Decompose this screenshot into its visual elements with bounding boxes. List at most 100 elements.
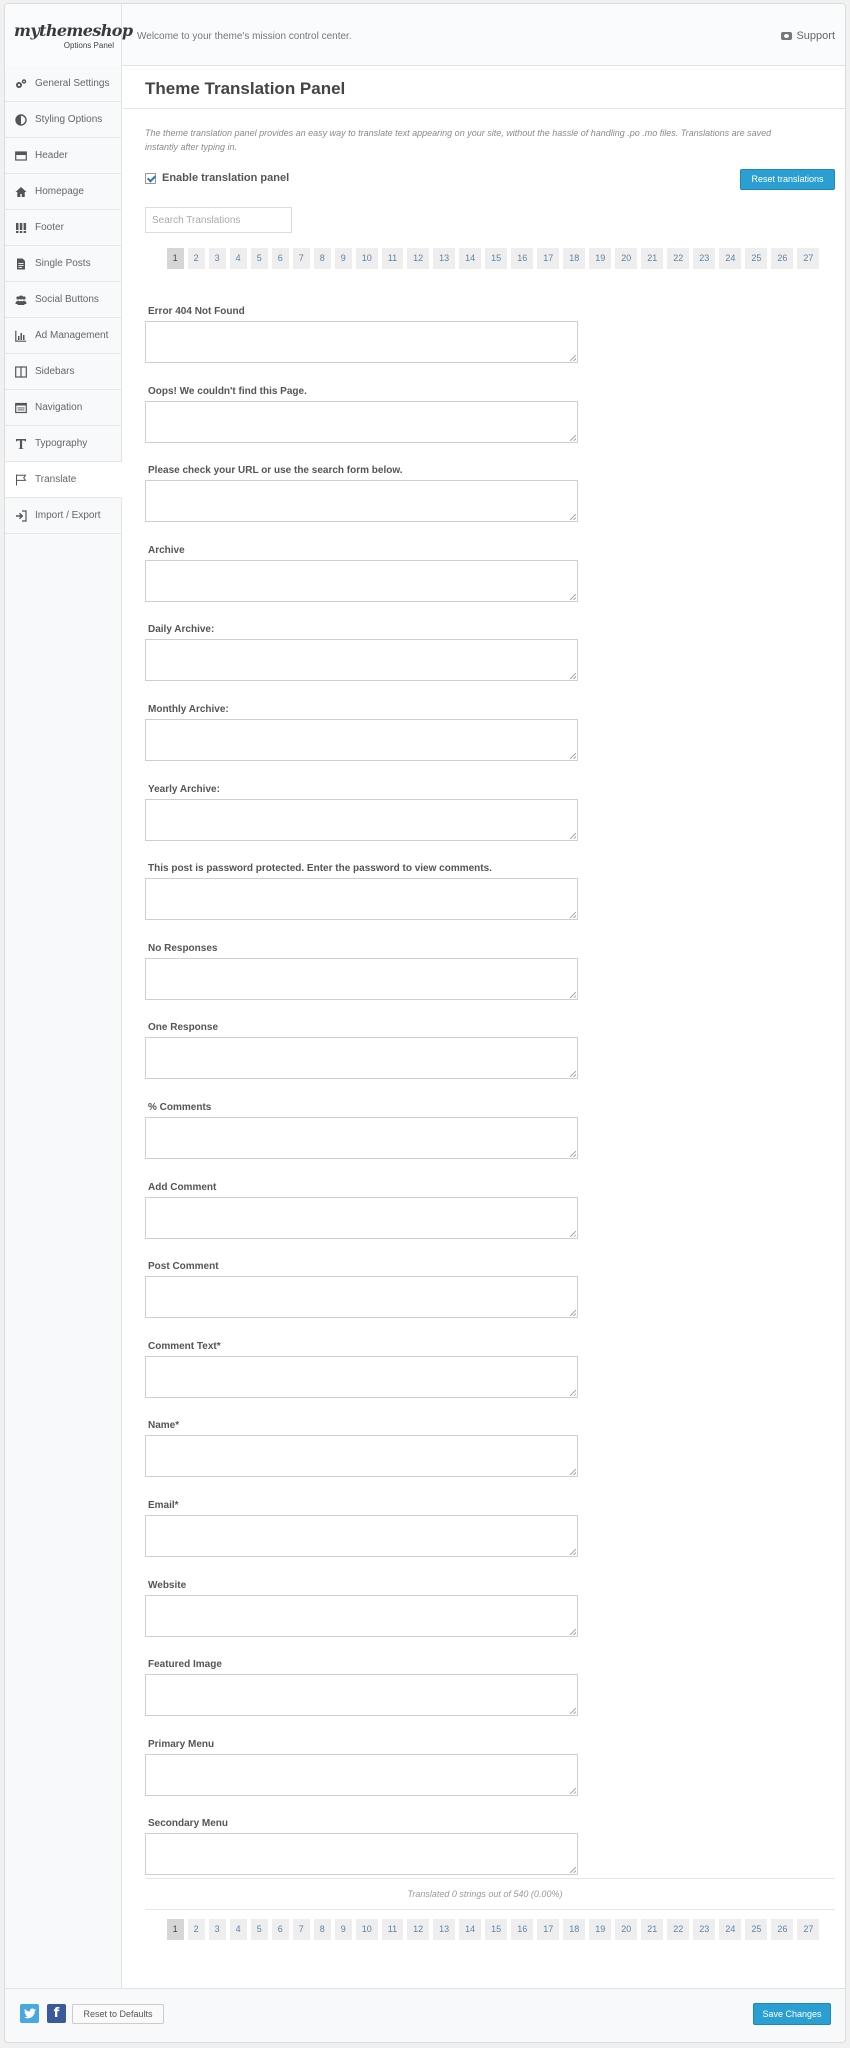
translation-textarea[interactable] (145, 1355, 578, 1398)
page-link[interactable]: 26 (771, 1919, 794, 1940)
sidebar-item-header[interactable]: Header (5, 138, 121, 174)
page-link[interactable]: 10 (355, 248, 378, 269)
page-link[interactable]: 11 (381, 1919, 404, 1940)
resize-grip-icon[interactable] (570, 355, 576, 361)
page-link[interactable]: 4 (229, 1919, 247, 1940)
page-link[interactable]: 5 (250, 1919, 268, 1940)
page-link[interactable]: 15 (485, 1919, 508, 1940)
translation-textarea[interactable] (145, 798, 578, 841)
twitter-icon[interactable] (20, 2004, 39, 2023)
page-link[interactable]: 15 (485, 248, 508, 269)
resize-grip-icon[interactable] (570, 673, 576, 680)
translation-textarea[interactable] (145, 1276, 578, 1319)
page-link[interactable]: 12 (407, 1919, 430, 1940)
page-link[interactable]: 3 (208, 1919, 226, 1940)
page-link[interactable]: 17 (537, 1919, 560, 1940)
page-link[interactable]: 4 (229, 248, 247, 269)
reset-defaults-button[interactable]: Reset to Defaults (72, 2004, 164, 2024)
page-link[interactable]: 18 (563, 1919, 586, 1940)
translation-textarea[interactable] (145, 957, 578, 1000)
page-link[interactable]: 9 (334, 248, 352, 269)
sidebar-item-ad-management[interactable]: Ad Management (5, 318, 121, 354)
sidebar-item-homepage[interactable]: Homepage (5, 174, 121, 210)
page-link[interactable]: 13 (433, 1919, 456, 1940)
page-link[interactable]: 2 (187, 1919, 205, 1940)
page-link[interactable]: 6 (271, 1919, 289, 1940)
translation-textarea[interactable] (145, 1514, 578, 1557)
sidebar-item-sidebars[interactable]: Sidebars (5, 354, 121, 390)
page-link[interactable]: 22 (667, 1919, 690, 1940)
resize-grip-icon[interactable] (570, 752, 576, 759)
page-link[interactable]: 21 (641, 248, 664, 269)
resize-grip-icon[interactable] (570, 832, 576, 839)
translation-textarea[interactable] (145, 878, 578, 921)
translation-textarea[interactable] (145, 1674, 578, 1717)
translation-textarea[interactable] (145, 1116, 578, 1159)
translation-textarea[interactable] (145, 1196, 578, 1239)
page-link[interactable]: 1 (166, 248, 184, 269)
resize-grip-icon[interactable] (570, 1469, 576, 1476)
page-link[interactable]: 20 (615, 1919, 638, 1940)
page-link[interactable]: 27 (797, 1919, 820, 1940)
page-link[interactable]: 8 (313, 248, 331, 269)
reset-translations-button[interactable]: Reset translations (740, 169, 835, 190)
sidebar-item-navigation[interactable]: Navigation (5, 390, 121, 426)
page-link[interactable]: 14 (459, 1919, 482, 1940)
page-link[interactable]: 3 (208, 248, 226, 269)
resize-grip-icon[interactable] (570, 593, 576, 600)
page-link[interactable]: 5 (250, 248, 268, 269)
sidebar-item-footer[interactable]: Footer (5, 210, 121, 246)
sidebar-item-general-settings[interactable]: General Settings (5, 66, 121, 102)
page-link[interactable]: 6 (271, 248, 289, 269)
page-link[interactable]: 19 (589, 248, 612, 269)
page-link[interactable]: 8 (313, 1919, 331, 1940)
resize-grip-icon[interactable] (570, 991, 576, 998)
support-link[interactable]: Support (781, 30, 835, 42)
enable-translation-checkbox[interactable] (145, 172, 156, 184)
page-link[interactable]: 22 (667, 248, 690, 269)
translation-textarea[interactable] (145, 1594, 578, 1637)
translation-textarea[interactable] (145, 1435, 578, 1478)
page-link[interactable]: 20 (615, 248, 638, 269)
page-link[interactable]: 18 (563, 248, 586, 269)
translation-textarea[interactable] (145, 1037, 578, 1080)
page-link[interactable]: 1 (166, 1919, 184, 1940)
sidebar-item-styling-options[interactable]: Styling Options (5, 102, 121, 138)
resize-grip-icon[interactable] (570, 1150, 576, 1157)
resize-grip-icon[interactable] (570, 434, 576, 441)
translation-textarea[interactable] (145, 639, 578, 682)
translation-textarea[interactable] (145, 718, 578, 761)
resize-grip-icon[interactable] (570, 1071, 576, 1078)
sidebar-item-import-export[interactable]: Import / Export (5, 498, 121, 534)
page-link[interactable]: 16 (511, 248, 534, 269)
translation-textarea[interactable] (145, 321, 578, 363)
resize-grip-icon[interactable] (570, 1787, 576, 1794)
page-link[interactable]: 9 (334, 1919, 352, 1940)
resize-grip-icon[interactable] (570, 1628, 576, 1635)
resize-grip-icon[interactable] (570, 514, 576, 521)
page-link[interactable]: 11 (381, 248, 404, 269)
page-link[interactable]: 16 (511, 1919, 534, 1940)
resize-grip-icon[interactable] (570, 1389, 576, 1396)
page-link[interactable]: 17 (537, 248, 560, 269)
sidebar-item-translate[interactable]: Translate (5, 462, 122, 498)
page-link[interactable]: 23 (693, 248, 716, 269)
resize-grip-icon[interactable] (570, 1867, 576, 1874)
page-link[interactable]: 10 (355, 1919, 378, 1940)
resize-grip-icon[interactable] (570, 1708, 576, 1715)
page-link[interactable]: 2 (187, 248, 205, 269)
translation-textarea[interactable] (145, 400, 578, 443)
translation-textarea[interactable] (145, 480, 578, 523)
page-link[interactable]: 24 (719, 248, 742, 269)
page-link[interactable]: 21 (641, 1919, 664, 1940)
page-link[interactable]: 26 (771, 248, 794, 269)
save-changes-button[interactable]: Save Changes (753, 2003, 831, 2025)
page-link[interactable]: 7 (292, 1919, 310, 1940)
search-translations-input[interactable] (145, 207, 292, 233)
page-link[interactable]: 7 (292, 248, 310, 269)
resize-grip-icon[interactable] (570, 1230, 576, 1237)
page-link[interactable]: 19 (589, 1919, 612, 1940)
page-link[interactable]: 25 (745, 248, 768, 269)
logo[interactable]: mythemeshop Options Panel (5, 4, 133, 66)
page-link[interactable]: 13 (433, 248, 456, 269)
